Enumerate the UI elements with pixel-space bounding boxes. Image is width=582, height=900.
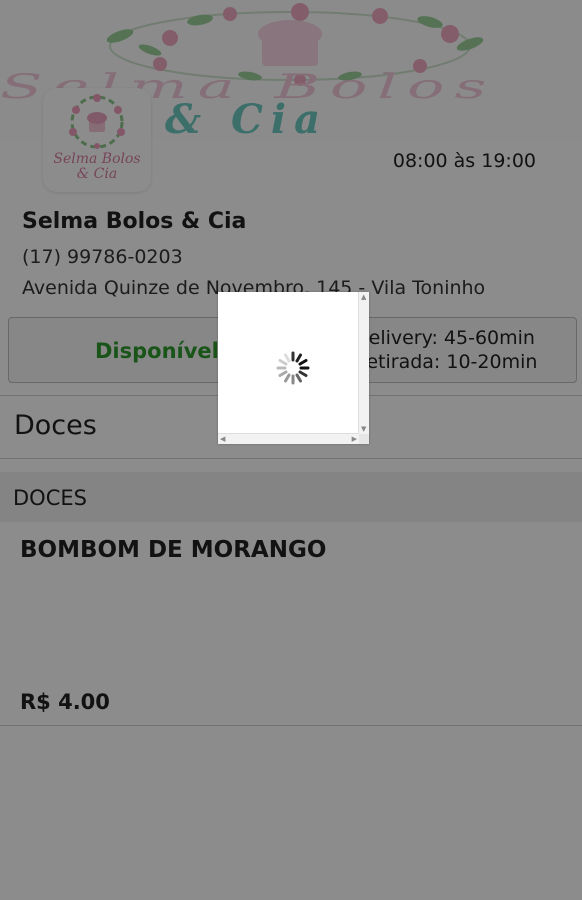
scroll-down-icon[interactable]: ▼ — [361, 425, 366, 433]
scroll-up-icon[interactable]: ▲ — [361, 293, 366, 301]
scrollbar-corner — [359, 434, 369, 444]
spinner-icon — [276, 351, 310, 385]
horizontal-scrollbar[interactable]: ◀ ▶ — [218, 433, 359, 444]
loading-overlay — [0, 0, 582, 900]
loading-dialog: ▲ ▼ ◀ ▶ — [218, 292, 369, 444]
scroll-left-icon[interactable]: ◀ — [220, 435, 225, 443]
scroll-right-icon[interactable]: ▶ — [352, 435, 357, 443]
vertical-scrollbar[interactable]: ▲ ▼ — [358, 292, 369, 434]
